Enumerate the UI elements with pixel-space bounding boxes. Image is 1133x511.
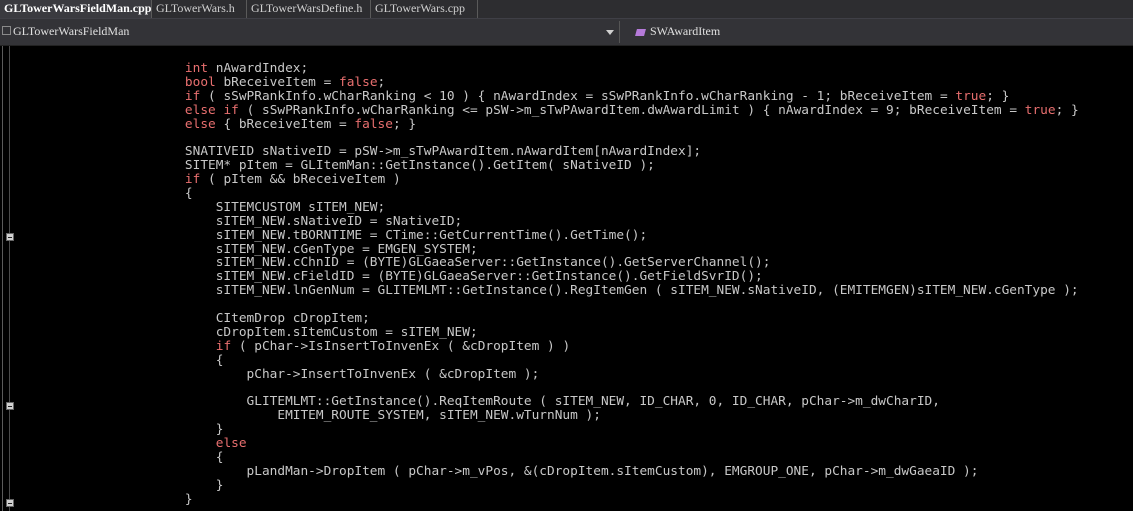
- scope-label: GLTowerWarsFieldMan: [13, 24, 130, 38]
- tab-gltowerwarsdefine-h[interactable]: GLTowerWarsDefine.h: [247, 0, 371, 18]
- member-function-icon: [635, 29, 646, 36]
- code-line[interactable]: if ( pChar->IsInsertToInvenEx ( &cDropIt…: [0, 340, 1133, 354]
- tab-gltowerwars-h[interactable]: GLTowerWars.h: [152, 0, 247, 18]
- code-line[interactable]: else: [0, 437, 1133, 451]
- class-icon: [2, 26, 11, 35]
- chevron-down-icon[interactable]: [606, 30, 614, 35]
- code-line[interactable]: if ( pItem && bReceiveItem ): [0, 173, 1133, 187]
- code-line[interactable]: [0, 298, 1133, 312]
- code-line[interactable]: else if ( sSwPRankInfo.wCharRanking <= p…: [0, 104, 1133, 118]
- code-line[interactable]: EMITEM_ROUTE_SYSTEM, sITEM_NEW.wTurnNum …: [0, 409, 1133, 423]
- code-line[interactable]: }: [0, 479, 1133, 493]
- code-line[interactable]: cDropItem.sItemCustom = sITEM_NEW;: [0, 326, 1133, 340]
- code-line[interactable]: sITEM_NEW.cChnID = (BYTE)GLGaeaServer::G…: [0, 256, 1133, 270]
- member-label: SWAwardItem: [650, 24, 721, 38]
- document-tab-bar: GLTowerWarsFieldMan.cpp GLTowerWars.h GL…: [0, 0, 1133, 19]
- code-line[interactable]: GLITEMLMT::GetInstance().ReqItemRoute ( …: [0, 395, 1133, 409]
- navigation-bar: GLTowerWarsFieldMan SWAwardItem: [0, 19, 1133, 46]
- code-line[interactable]: [0, 381, 1133, 395]
- code-line[interactable]: {: [0, 451, 1133, 465]
- code-line[interactable]: SNATIVEID sNativeID = pSW->m_sTwPAwardIt…: [0, 145, 1133, 159]
- code-line[interactable]: else { bReceiveItem = false; }: [0, 118, 1133, 132]
- code-line[interactable]: SITEMCUSTOM sITEM_NEW;: [0, 201, 1133, 215]
- code-line[interactable]: sITEM_NEW.cFieldID = (BYTE)GLGaeaServer:…: [0, 270, 1133, 284]
- tab-gltowerwars-cpp[interactable]: GLTowerWars.cpp: [371, 0, 478, 18]
- member-dropdown[interactable]: SWAwardItem: [635, 21, 1116, 43]
- code-line[interactable]: SITEM* pItem = GLItemMan::GetInstance().…: [0, 159, 1133, 173]
- code-line[interactable]: sITEM_NEW.lnGenNum = GLITEMLMT::GetInsta…: [0, 284, 1133, 298]
- tab-gltowerwarsfieldman-cpp[interactable]: GLTowerWarsFieldMan.cpp: [0, 0, 152, 18]
- code-line[interactable]: }: [0, 423, 1133, 437]
- code-line[interactable]: [0, 131, 1133, 145]
- scope-dropdown[interactable]: GLTowerWarsFieldMan: [0, 21, 620, 43]
- code-line[interactable]: {: [0, 187, 1133, 201]
- code-line[interactable]: sITEM_NEW.cGenType = EMGEN_SYSTEM;: [0, 243, 1133, 257]
- code-line[interactable]: bool bReceiveItem = false;: [0, 76, 1133, 90]
- code-line[interactable]: int nAwardIndex;: [0, 62, 1133, 76]
- code-line[interactable]: pChar->InsertToInvenEx ( &cDropItem );: [0, 368, 1133, 382]
- code-line[interactable]: {: [0, 354, 1133, 368]
- code-line[interactable]: sITEM_NEW.sNativeID = sNativeID;: [0, 215, 1133, 229]
- code-line[interactable]: sITEM_NEW.tBORNTIME = CTime::GetCurrentT…: [0, 229, 1133, 243]
- code-line[interactable]: CItemDrop cDropItem;: [0, 312, 1133, 326]
- code-line[interactable]: if ( sSwPRankInfo.wCharRanking < 10 ) { …: [0, 90, 1133, 104]
- code-editor[interactable]: int nAwardIndex; bool bReceiveItem = fal…: [0, 62, 1133, 507]
- code-line[interactable]: }: [0, 493, 1133, 507]
- code-line[interactable]: pLandMan->DropItem ( pChar->m_vPos, &(cD…: [0, 465, 1133, 479]
